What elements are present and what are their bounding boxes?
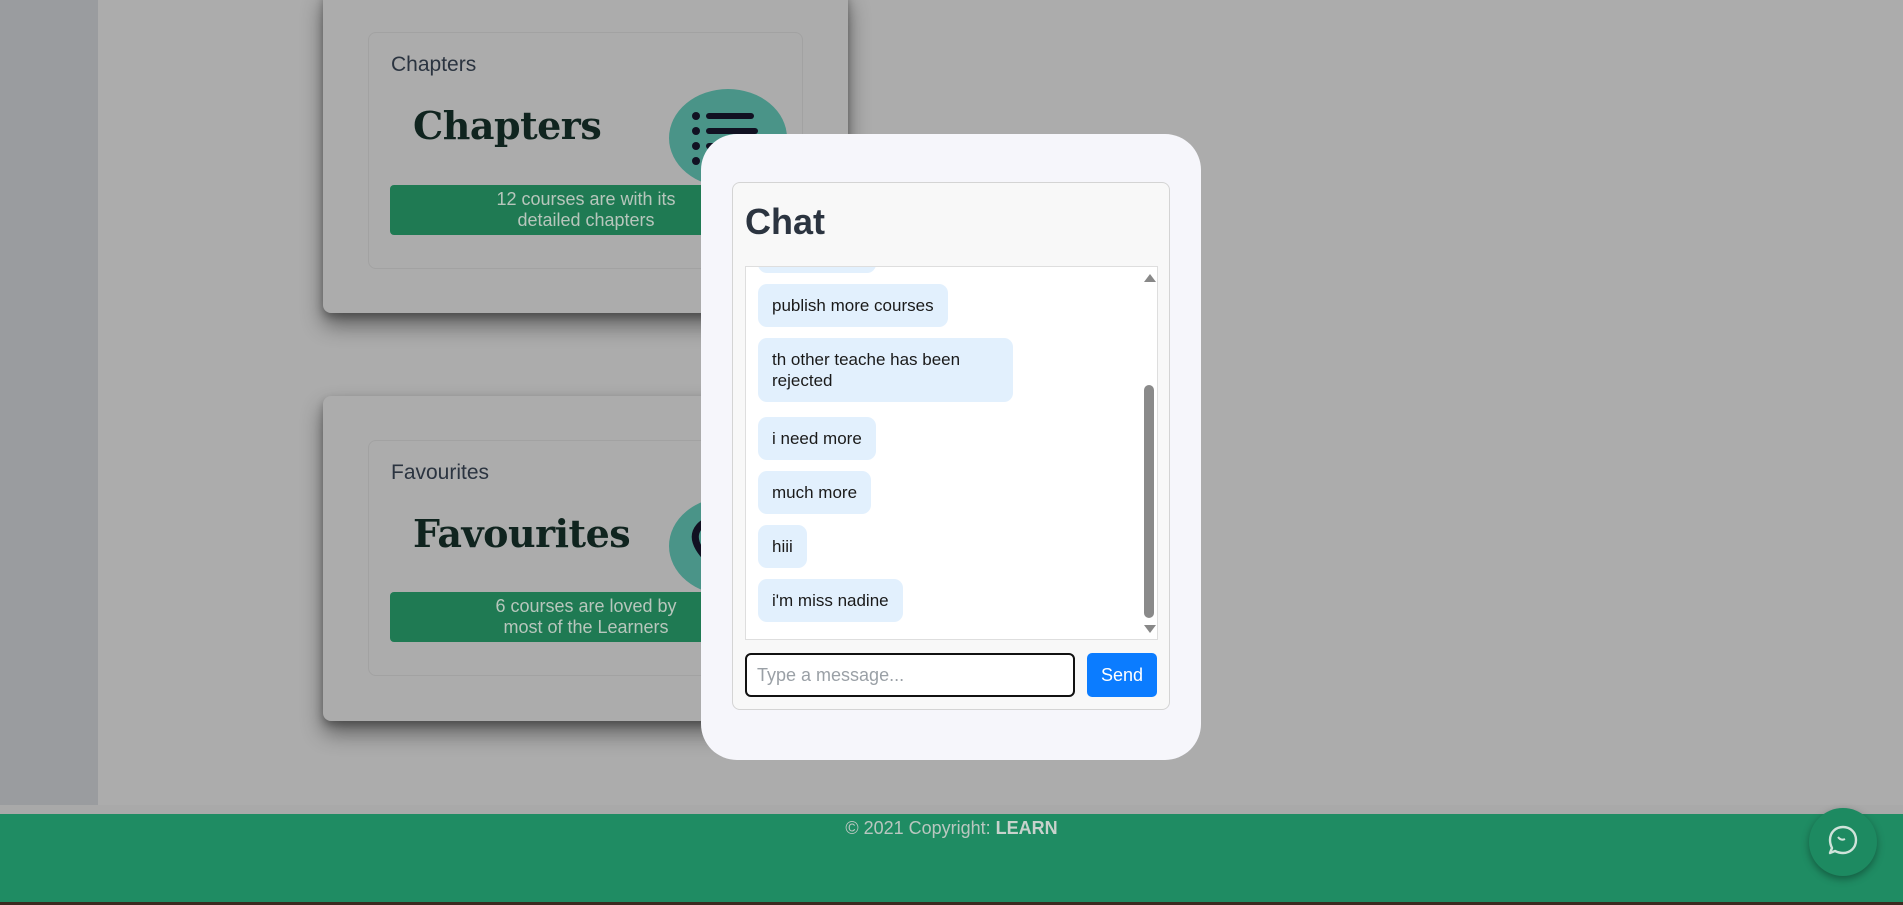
chat-message: much more [758, 471, 872, 514]
chat-message-input[interactable] [745, 653, 1075, 697]
chat-message: i'm miss nadine [758, 579, 903, 622]
favourites-card-label: Favourites [391, 461, 490, 484]
chat-message: th other teache has been rejected [758, 338, 1013, 402]
footer: © 2021 Copyright: LEARN [0, 814, 1903, 902]
chat-scrollbar[interactable] [1141, 267, 1157, 639]
scrollbar-thumb[interactable] [1144, 385, 1154, 618]
footer-brand-link[interactable]: LEARN [996, 818, 1058, 838]
send-button[interactable]: Send [1087, 653, 1157, 697]
chat-message: hiii [758, 525, 807, 568]
footer-copyright-text: © 2021 Copyright: [845, 818, 996, 838]
chat-messages-list[interactable]: publish more courses th other teache has… [745, 266, 1158, 640]
scroll-up-arrow-icon[interactable] [1144, 274, 1156, 282]
chat-message: publish more courses [758, 284, 948, 327]
chat-bubble-icon [1826, 823, 1860, 862]
chat-message: i need more [758, 417, 876, 460]
chapters-card-title: Chapters [413, 103, 602, 148]
left-sidebar-strip [0, 0, 98, 805]
chat-message-partial [758, 267, 876, 273]
chat-modal: Chat publish more courses th other teach… [701, 134, 1201, 760]
scroll-down-arrow-icon[interactable] [1144, 625, 1156, 633]
footer-copyright: © 2021 Copyright: LEARN [0, 818, 1903, 839]
chat-title: Chat [745, 201, 825, 242]
favourites-card-title: Favourites [413, 511, 631, 556]
chapters-card-label: Chapters [391, 53, 477, 76]
chat-panel: Chat publish more courses th other teach… [732, 182, 1170, 710]
chat-toggle-button[interactable] [1809, 808, 1877, 876]
